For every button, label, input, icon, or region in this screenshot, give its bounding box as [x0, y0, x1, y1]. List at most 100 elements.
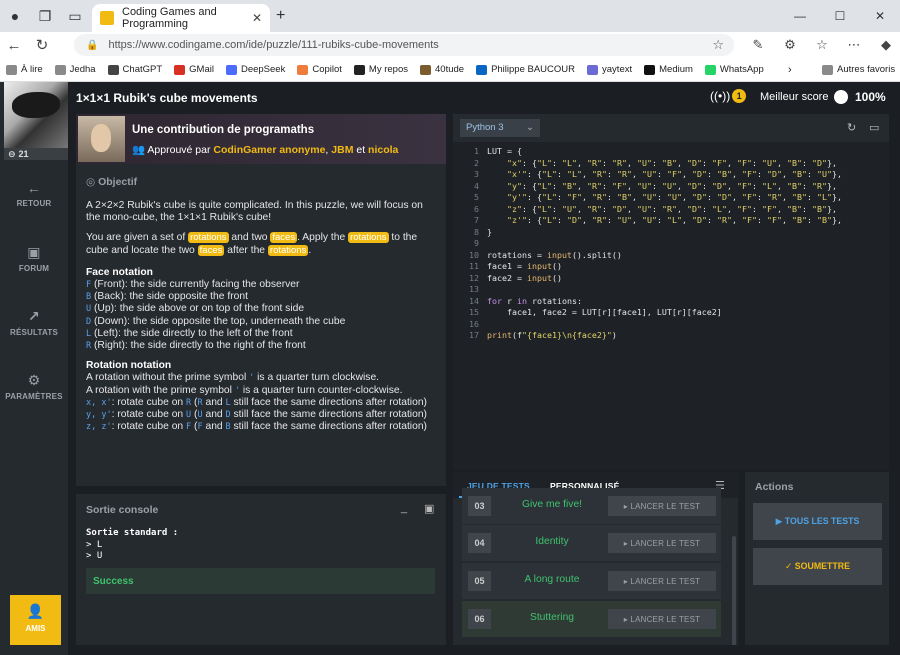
code-line[interactable]: 16 — [453, 319, 889, 331]
header: 1×1×1 Rubik's cube movements ((•)) 1 Meil… — [68, 82, 900, 114]
code-line[interactable]: 10 rotations = input().split() — [453, 250, 889, 262]
statement-panel: Une contribution de programaths 👥 Approu… — [76, 114, 446, 486]
tab-actions-icon[interactable]: ▭ — [60, 0, 90, 32]
forum-button[interactable]: ▣ FORUM — [0, 244, 68, 273]
reload-icon[interactable]: ↻ — [28, 36, 56, 54]
browser-tab[interactable]: Coding Games and Programming ✕ — [92, 4, 270, 32]
minimize-console-icon[interactable]: _ — [401, 502, 407, 514]
code-line[interactable]: 6 "z": {"L": "U", "R": "D", "U": "R", "D… — [453, 204, 889, 216]
best-score: 100% — [834, 90, 886, 104]
language-select[interactable]: Python 3 ⌄ — [460, 119, 540, 137]
code-line[interactable]: 11 face1 = input() — [453, 261, 889, 273]
copilot-icon[interactable]: ◆ — [870, 37, 900, 53]
run-test-button[interactable]: ▸ LANCER LE TEST — [608, 533, 716, 553]
chart-line-icon: ↗ — [28, 308, 40, 324]
bookmark-item[interactable]: À lire — [6, 64, 43, 75]
bookmark-icon — [225, 64, 237, 75]
test-name: A long route — [524, 574, 580, 585]
bookmark-item[interactable]: ChatGPT — [107, 64, 162, 75]
bookmark-item[interactable]: Copilot — [297, 64, 342, 75]
code-text: face1, face2 = LUT[r][face1], LUT[r][fac… — [487, 307, 722, 317]
workspaces-icon[interactable]: ❐ — [30, 0, 60, 32]
retour-button[interactable]: ← RETOUR — [0, 180, 68, 208]
run-test-button[interactable]: ▸ LANCER LE TEST — [608, 571, 716, 591]
extension-icon[interactable]: ✎ — [742, 37, 774, 53]
avatar[interactable] — [4, 82, 68, 148]
settings-button[interactable]: ⚙ PARAMÈTRES — [0, 372, 68, 401]
back-icon[interactable]: ← — [0, 37, 28, 54]
code-editor[interactable]: Python 3 ⌄ ↻ ▭ 1 LUT = {2 "x": {"L": "L", … — [453, 114, 889, 470]
face-notation-item: F (Front): the side currently facing the… — [86, 279, 300, 291]
fullscreen-icon[interactable]: ▭ — [869, 121, 879, 134]
face-notation-item: R (Right): the side directly to the righ… — [86, 340, 306, 352]
bookmark-item[interactable]: DeepSeek — [225, 64, 285, 75]
profile-icon[interactable]: ● — [0, 0, 30, 32]
code-line[interactable]: 7 "z'": {"L": "D", "R": "U", "U": "L", "… — [453, 215, 889, 227]
submit-button[interactable]: ✓ SOUMETTRE — [753, 548, 882, 585]
code-line[interactable]: 17 print(f"{face1}\n{face2}") — [453, 330, 889, 342]
code-line[interactable]: 4 "y": {"L": "B", "R": "F", "U": "U", "D… — [453, 181, 889, 193]
bookmark-item[interactable]: GMail — [174, 64, 214, 75]
face-notation-item: B (Back): the side opposite the front — [86, 291, 248, 303]
bookmark-item[interactable]: Jedha — [54, 64, 96, 75]
forum-icon: ▣ — [27, 244, 41, 260]
code-line[interactable]: 15 face1, face2 = LUT[r][face1], LUT[r][… — [453, 307, 889, 319]
code-text: for r in rotations: — [487, 295, 582, 306]
folder-icon — [822, 64, 833, 75]
approver-link[interactable]: nicola — [368, 144, 398, 156]
code-line[interactable]: 14 for r in rotations: — [453, 296, 889, 308]
bookmark-item[interactable]: My repos — [353, 64, 408, 75]
run-all-tests-button[interactable]: ▶ TOUS LES TESTS — [753, 503, 882, 540]
code-text: "z'": {"L": "D", "R": "U", "U": "L", "D"… — [506, 215, 842, 225]
friends-button[interactable]: 👤 AMIS — [10, 595, 61, 645]
code-line[interactable]: 2 "x": {"L": "L", "R": "R", "U": "B", "D… — [453, 158, 889, 170]
test-case-row[interactable]: 06 Stuttering ▸ LANCER LE TEST — [462, 601, 721, 637]
tests-scrollbar[interactable] — [732, 536, 736, 645]
bookmark-item[interactable]: WhatsApp — [704, 64, 764, 75]
reset-code-icon[interactable]: ↻ — [847, 121, 856, 134]
code-line[interactable]: 8} — [453, 227, 889, 239]
stdout-output: > L > U — [86, 540, 103, 561]
rank-indicator[interactable]: ((•)) 1 — [710, 89, 747, 103]
bookmark-item[interactable]: Philippe BAUCOUR — [476, 64, 575, 75]
code-line[interactable]: 13 — [453, 284, 889, 296]
code-text: "y'": {"L": "F", "R": "B", "U": "U", "D"… — [506, 192, 842, 202]
contributor-photo[interactable] — [78, 116, 125, 162]
run-test-button[interactable]: ▸ LANCER LE TEST — [608, 609, 716, 629]
console-title: Sortie console — [86, 504, 159, 516]
code-line[interactable]: 5 "y'": {"L": "F", "R": "B", "U": "U", "… — [453, 192, 889, 204]
code-line[interactable]: 12 face2 = input() — [453, 273, 889, 285]
bookmarks-bar: À lire Jedha ChatGPT GMail DeepSeek Copilot My… — [0, 58, 900, 82]
bookmark-item[interactable]: 40tude — [420, 64, 464, 75]
close-tab-icon[interactable]: ✕ — [252, 11, 262, 25]
more-menu-icon[interactable]: ⋯ — [838, 37, 870, 53]
favorite-star-icon[interactable]: ☆ — [712, 37, 724, 53]
maximize-icon[interactable]: ☐ — [820, 0, 860, 32]
approver-link[interactable]: CodinGamer anonyme — [213, 144, 325, 156]
approver-link[interactable]: JBM — [331, 144, 353, 156]
bookmark-item[interactable]: Medium — [644, 64, 693, 75]
favorites-icon[interactable]: ☆ — [806, 37, 838, 53]
close-window-icon[interactable]: ✕ — [860, 0, 900, 32]
code-text: "z": {"L": "U", "R": "D", "U": "R", "D":… — [506, 203, 837, 214]
test-case-row[interactable]: 03 Give me five! ▸ LANCER LE TEST — [462, 488, 721, 524]
line-number: 4 — [474, 180, 479, 191]
test-case-row[interactable]: 05 A long route ▸ LANCER LE TEST — [462, 563, 721, 599]
more-bookmarks-icon[interactable]: › — [788, 64, 792, 76]
other-bookmarks[interactable]: Autres favoris — [822, 64, 895, 75]
face-notation-item: U (Up): the side above or on top of the … — [86, 303, 305, 315]
results-button[interactable]: ↗ RÉSULTATS — [0, 308, 68, 337]
maximize-console-icon[interactable]: ▣ — [424, 502, 434, 515]
new-tab-icon[interactable]: + — [276, 7, 285, 25]
code-line[interactable]: 1 LUT = { — [453, 146, 889, 158]
code-lines[interactable]: 1 LUT = {2 "x": {"L": "L", "R": "R", "U":… — [453, 146, 889, 342]
site-info-icon[interactable]: 🔒 — [86, 40, 98, 51]
url-field[interactable]: 🔒 https://www.codingame.com/ide/puzzle/1… — [74, 34, 734, 56]
bookmark-item[interactable]: yaytext — [587, 64, 632, 75]
minimize-icon[interactable]: — — [780, 0, 820, 32]
extensions-puzzle-icon[interactable]: ⚙ — [774, 37, 806, 53]
code-line[interactable]: 9 — [453, 238, 889, 250]
test-case-row[interactable]: 04 Identity ▸ LANCER LE TEST — [462, 525, 721, 561]
run-test-button[interactable]: ▸ LANCER LE TEST — [608, 496, 716, 516]
code-line[interactable]: 3 "x'": {"L": "L", "R": "R", "U": "F", "… — [453, 169, 889, 181]
